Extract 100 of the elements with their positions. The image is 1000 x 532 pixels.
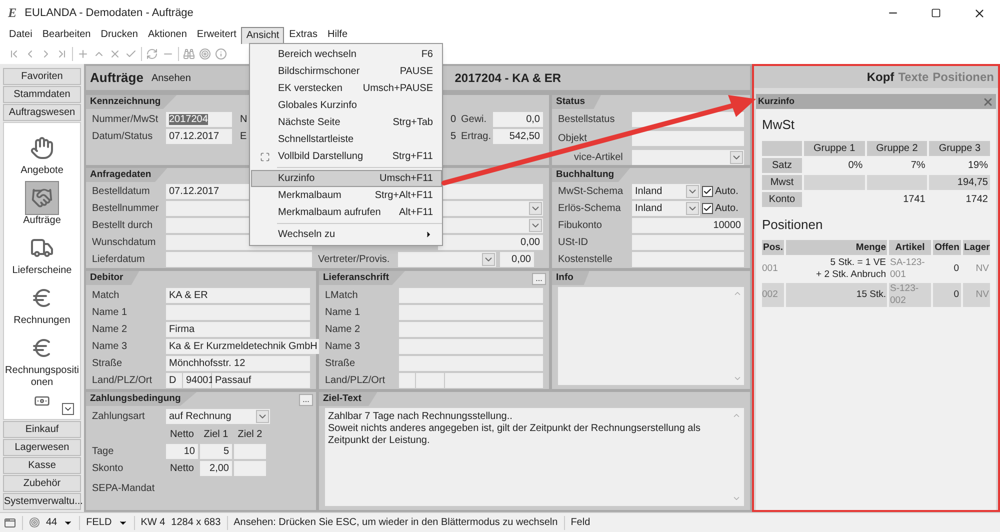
menu-item[interactable]: Vollbild Darstellung Strg+F11 [251, 148, 442, 165]
text-field[interactable] [399, 288, 543, 302]
info-icon[interactable] [215, 48, 227, 60]
menu-item[interactable]: Merkmalbaum aufrufen Alt+F11 [251, 204, 442, 221]
sidebar-group-button[interactable]: Auftragswesen [3, 104, 81, 121]
text-field[interactable] [399, 356, 543, 370]
sidebar-group-button[interactable]: Zubehör [3, 475, 81, 492]
tab[interactable]: Kopf [866, 68, 894, 86]
sidebar-group-button[interactable]: Favoriten [3, 68, 81, 85]
menu-item[interactable]: Kurzinfo Umsch+F11 [251, 170, 442, 187]
maximize-icon[interactable] [931, 8, 941, 18]
sidebar-item[interactable]: Rechnungen [5, 315, 79, 327]
menu-item[interactable]: Schnellstartleiste [251, 131, 442, 148]
field-label: Lieferdatum [92, 253, 146, 267]
text-field[interactable]: 10 [166, 444, 198, 459]
text-field[interactable]: 542,50 [493, 129, 543, 144]
refresh-icon[interactable] [146, 48, 158, 60]
field-label: Ertrag. [461, 130, 491, 144]
text-field[interactable]: KA & ER [166, 288, 310, 302]
dropdown-field[interactable] [398, 252, 496, 267]
menu-bar-item[interactable]: Ansicht [241, 27, 284, 44]
sidebar-item[interactable]: Aufträge [5, 215, 79, 227]
text-field[interactable] [399, 304, 543, 320]
dropdown-field[interactable] [632, 150, 744, 165]
text-field[interactable]: 2,00 [200, 461, 232, 476]
field-label: LMatch [325, 288, 359, 302]
text-field[interactable]: 10000 [632, 218, 744, 233]
dropdown-field[interactable]: Inland [632, 201, 700, 216]
check-icon[interactable] [125, 48, 137, 60]
sidebar-group-button[interactable]: Lagerwesen [3, 439, 81, 456]
text-field[interactable]: 0,0 [493, 112, 543, 127]
text-field[interactable]: Firma [166, 322, 310, 336]
text-field[interactable]: 5 [200, 444, 232, 459]
text-area[interactable]: Zahlbar 7 Tage nach Rechnungsstellung.. Soweit nichts anderes angegeben ist, gilt der Zeitpunkt der Rechnungserstellung als Zeitpunkt der Leistung. [325, 408, 744, 506]
more-button[interactable]: ... [299, 394, 313, 406]
target-icon[interactable] [29, 517, 40, 528]
menu-bar-item[interactable]: Datei [4, 26, 38, 44]
text-field[interactable]: 07.12.2017 [166, 129, 232, 144]
sidebar-item[interactable]: Lieferscheine [5, 265, 79, 277]
sidebar-item[interactable]: Angebote [5, 165, 79, 177]
target-icon[interactable] [199, 48, 211, 60]
sidebar-group-button[interactable]: Kasse [3, 457, 81, 474]
more-button[interactable]: ... [532, 273, 546, 285]
dropdown-field[interactable]: Inland [632, 184, 700, 199]
menu-bar-item[interactable]: Erweitert [192, 26, 242, 44]
menu-bar-item[interactable]: Drucken [96, 26, 143, 44]
text-field[interactable] [399, 322, 543, 336]
text-field[interactable]: Ka & Er Kurzmeldetechnik GmbH [166, 338, 320, 354]
field-label: Vertreter/Provis. [318, 253, 391, 267]
menu-item[interactable]: Bildschirmschoner PAUSE [251, 63, 442, 80]
menu-bar-item[interactable]: Aktionen [142, 26, 192, 44]
menu-bar-item[interactable]: Hilfe [322, 26, 353, 44]
text-field[interactable] [416, 372, 444, 388]
dropdown-field[interactable]: auf Rechnung [166, 409, 270, 424]
last-icon[interactable] [56, 48, 68, 60]
section-heading: Anfragedaten [86, 168, 168, 182]
text-field[interactable] [632, 235, 744, 250]
menu-item[interactable]: Globales Kurzinfo [251, 97, 442, 114]
handshake-icon[interactable] [25, 181, 59, 215]
scroll-up-icon[interactable] [732, 411, 741, 420]
sidebar-group-button[interactable]: Stammdaten [3, 86, 81, 103]
menu-bar-item[interactable]: Bearbeiten [37, 26, 96, 44]
menu-item[interactable]: EK verstecken Umsch+PAUSE [251, 80, 442, 97]
menu-bar-item[interactable]: Extras [284, 26, 322, 44]
sidebar-item[interactable]: Rechnungspositionen [5, 365, 79, 389]
text-field[interactable]: 94001 [183, 372, 211, 388]
text-field[interactable]: D [166, 372, 182, 388]
text-field[interactable] [632, 131, 744, 146]
add-icon[interactable] [77, 48, 89, 60]
window-icon[interactable] [4, 516, 16, 528]
scroll-down-icon[interactable] [62, 403, 74, 415]
text-field[interactable] [399, 338, 543, 354]
menu-item[interactable]: Nächste Seite Strg+Tab [251, 114, 442, 131]
text-field[interactable]: Passauf [212, 372, 310, 388]
binoculars-icon[interactable] [183, 48, 195, 60]
text-field[interactable]: Mönchhofsstr. 12 [166, 356, 310, 370]
text-field[interactable] [399, 372, 415, 388]
sidebar-group-button[interactable]: Einkauf [3, 421, 81, 438]
text-field[interactable] [234, 444, 266, 459]
menu-item[interactable]: Bereich wechseln F6 [251, 46, 442, 63]
column-heading: Ziel 1 [202, 428, 230, 442]
text-field[interactable] [445, 372, 543, 388]
text-field[interactable] [166, 252, 312, 267]
text-field[interactable]: 0,00 [500, 252, 534, 267]
field-label: Name 2 [325, 322, 362, 336]
section-heading: Info [552, 271, 590, 285]
text-field[interactable]: 0,00 [438, 235, 543, 250]
close-icon[interactable] [973, 6, 986, 20]
scroll-up-icon[interactable] [733, 289, 742, 298]
sidebar-group-button[interactable]: Systemverwaltu... [3, 493, 81, 510]
fullscreen-icon [260, 152, 270, 162]
text-field[interactable] [234, 461, 266, 476]
text-field[interactable]: 2017204 [166, 112, 232, 127]
delete-icon[interactable] [109, 48, 121, 60]
checkbox[interactable] [702, 186, 713, 197]
text-field[interactable] [166, 304, 310, 320]
field-label: Name 1 [325, 306, 362, 320]
first-icon[interactable] [8, 48, 20, 60]
checkbox[interactable] [702, 203, 713, 214]
text-field[interactable] [632, 252, 744, 267]
